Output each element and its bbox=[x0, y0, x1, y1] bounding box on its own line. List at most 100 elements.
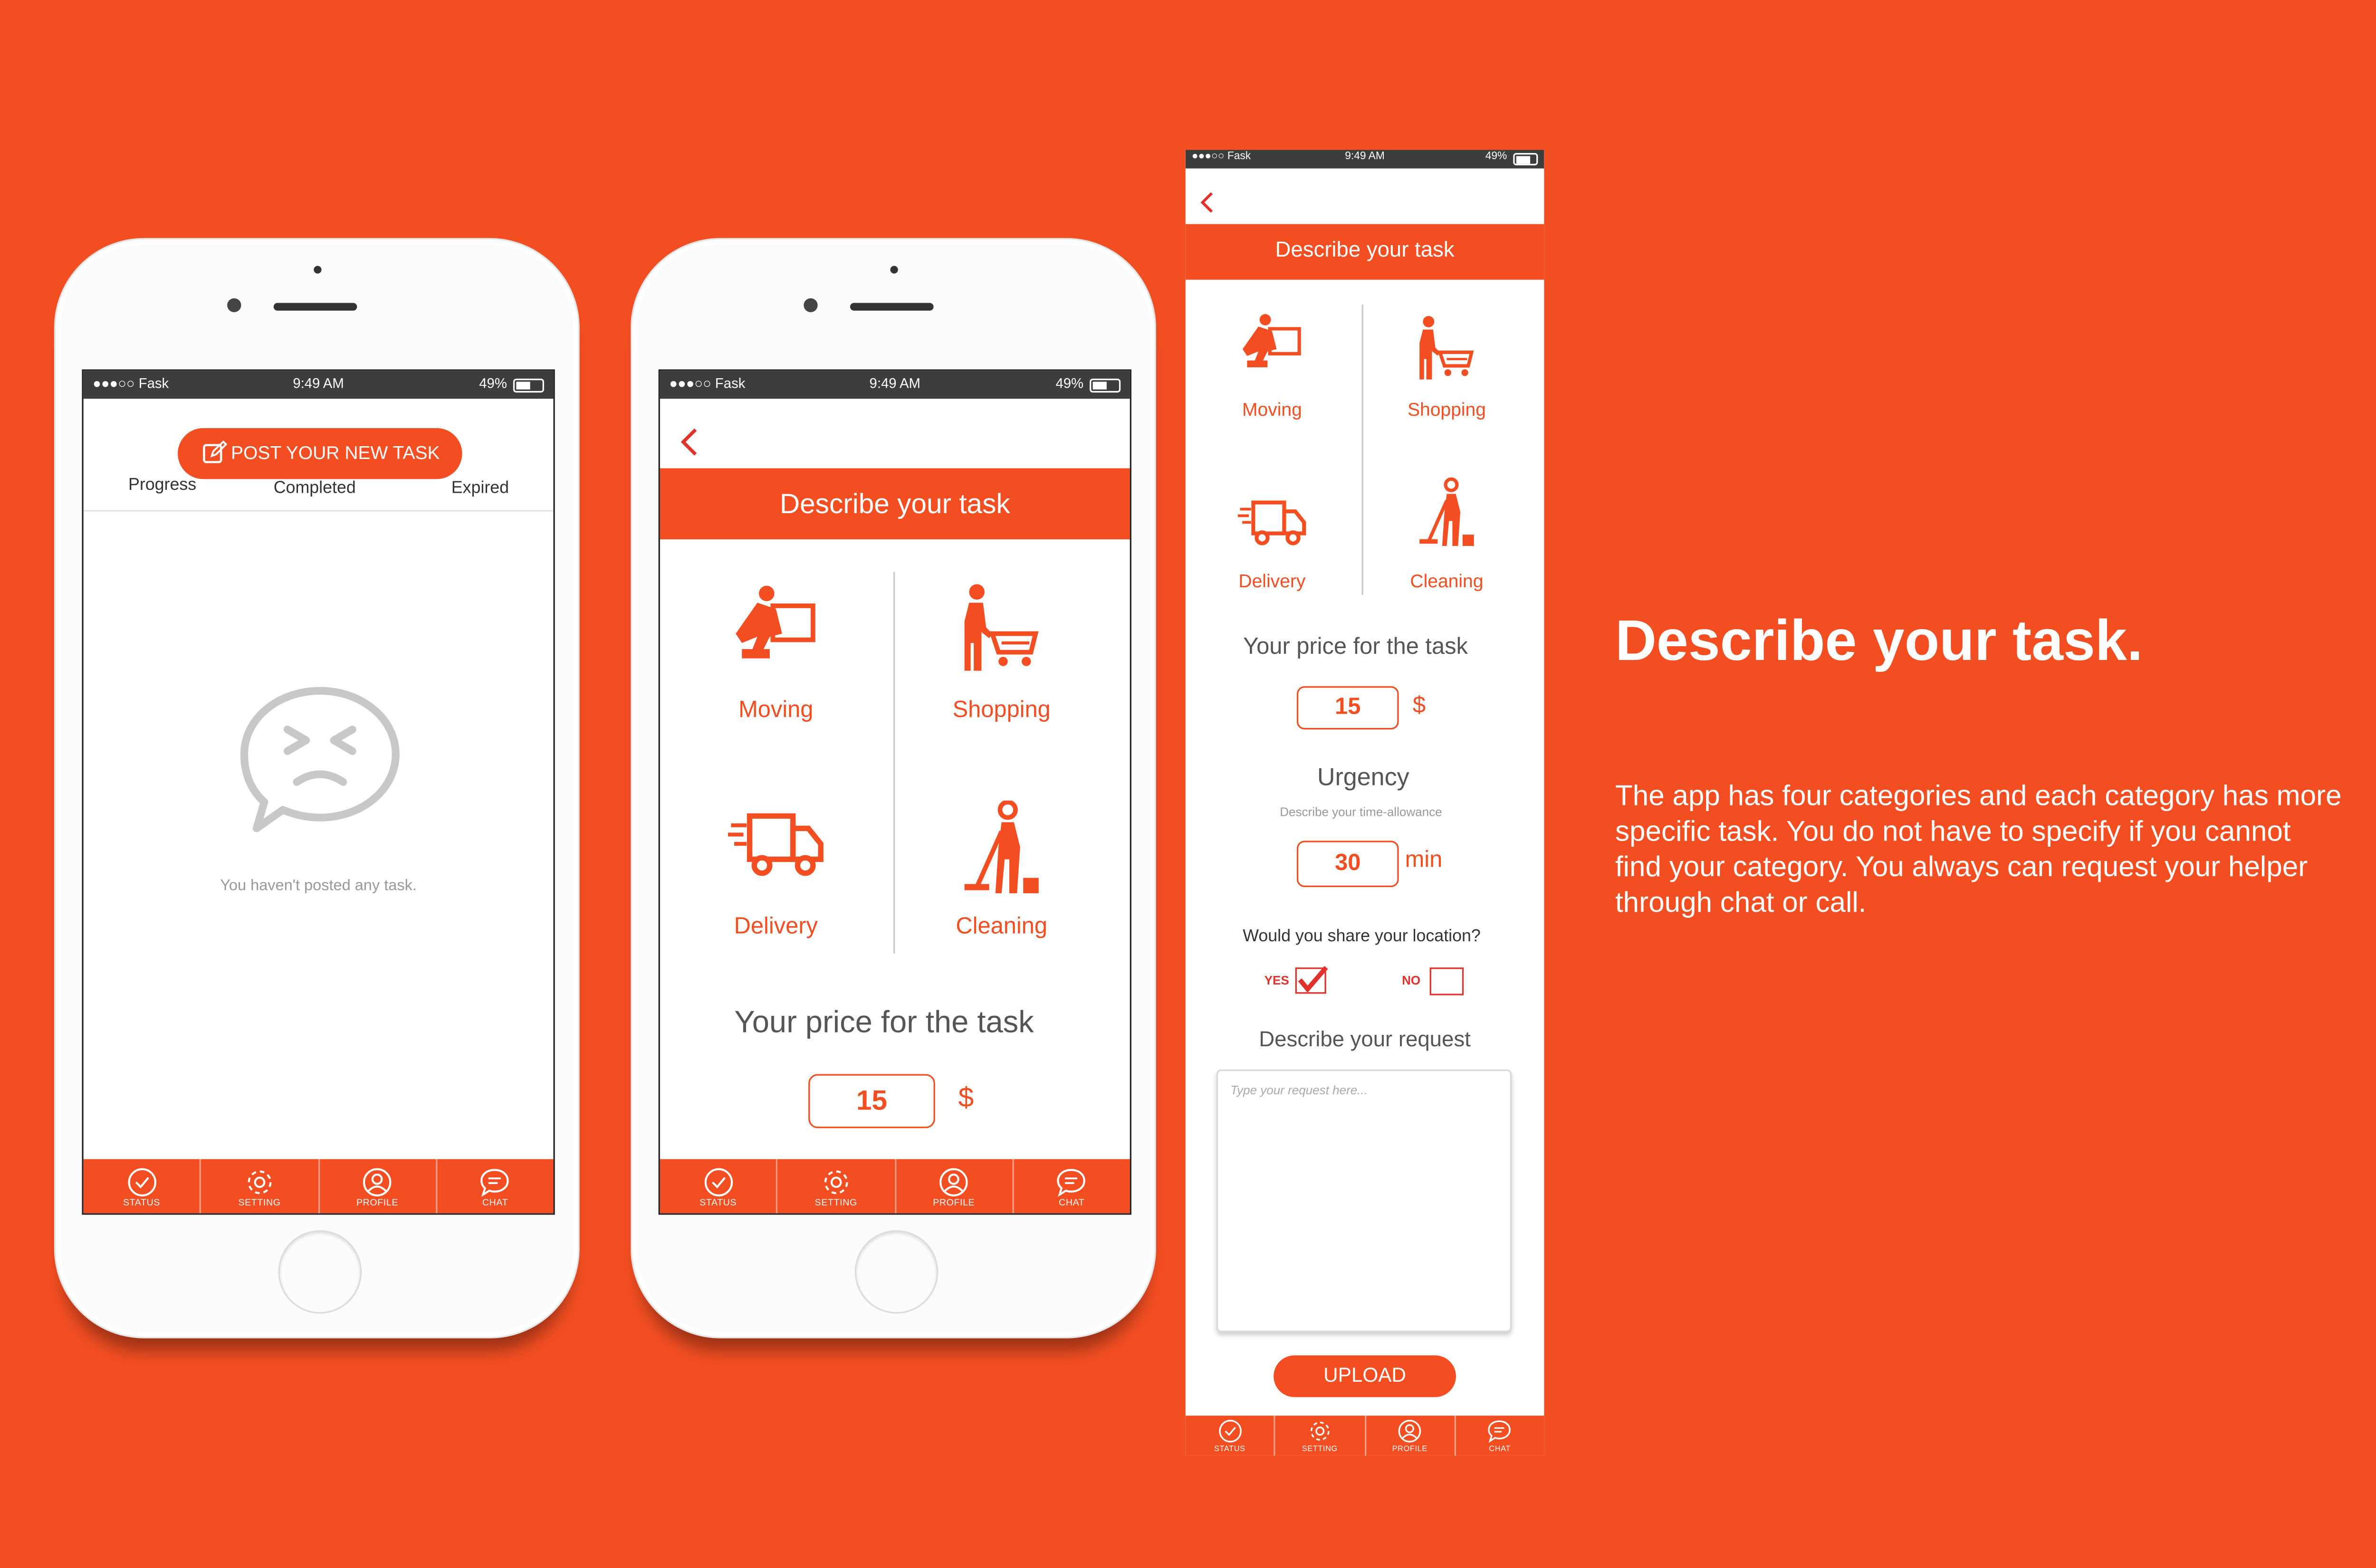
tab-chat-label: CHAT bbox=[1489, 1445, 1511, 1454]
tab-setting-label: SETTING bbox=[1302, 1445, 1338, 1454]
tab-setting[interactable]: SETTING bbox=[200, 1159, 317, 1214]
currency-symbol: $ bbox=[1412, 692, 1426, 719]
upload-button[interactable]: UPLOAD bbox=[1274, 1355, 1456, 1397]
tab-profile[interactable]: PROFILE bbox=[317, 1159, 435, 1214]
upload-label: UPLOAD bbox=[1323, 1363, 1407, 1386]
tab-profile-label: PROFILE bbox=[933, 1199, 975, 1209]
moving-person-icon bbox=[736, 585, 815, 659]
category-label: Shopping bbox=[952, 697, 1051, 724]
tab-status-label: STATUS bbox=[123, 1199, 160, 1209]
tab-chat[interactable]: CHAT bbox=[1454, 1415, 1544, 1456]
category-cleaning[interactable]: Cleaning bbox=[932, 800, 1071, 955]
delivery-truck-icon bbox=[1237, 500, 1306, 545]
category-delivery[interactable]: Delivery bbox=[706, 801, 845, 955]
category-moving[interactable]: Moving bbox=[1218, 311, 1326, 421]
battery-percent: 49% bbox=[1485, 151, 1507, 163]
user-icon bbox=[363, 1168, 392, 1197]
tab-chat[interactable]: CHAT bbox=[435, 1159, 553, 1214]
request-textarea[interactable]: Type your request here... bbox=[1216, 1069, 1512, 1332]
post-task-label: POST YOUR NEW TASK bbox=[231, 442, 440, 464]
urgency-unit: min bbox=[1405, 847, 1443, 873]
urgency-input[interactable]: 30 bbox=[1296, 841, 1399, 887]
battery-percent: 49% bbox=[1055, 375, 1084, 391]
gear-icon bbox=[248, 1170, 271, 1195]
currency-symbol: $ bbox=[958, 1081, 974, 1113]
tab-setting[interactable]: SETTING bbox=[1274, 1415, 1364, 1456]
yes-label: YES bbox=[1264, 974, 1289, 988]
category-shopping[interactable]: Shopping bbox=[932, 581, 1071, 736]
category-label: Moving bbox=[1242, 399, 1302, 421]
tab-profile[interactable]: PROFILE bbox=[894, 1159, 1012, 1214]
tab-progress[interactable]: Progress bbox=[128, 476, 196, 495]
description-paragraph: The app has four categories and each cat… bbox=[1615, 779, 2342, 918]
bottom-tab-bar: STATUS SETTING PROFILE CHAT bbox=[660, 1159, 1130, 1214]
cleaning-person-icon bbox=[1419, 477, 1474, 546]
phone-camera bbox=[804, 298, 818, 313]
yes-checkbox[interactable] bbox=[1295, 966, 1328, 994]
home-button[interactable] bbox=[278, 1230, 362, 1314]
phone-mockup-1: ●●●○○ Fask 9:49 AM 49% POST YOUR NEW TAS… bbox=[54, 238, 580, 1339]
category-label: Delivery bbox=[1238, 570, 1306, 592]
check-circle-icon bbox=[1218, 1420, 1241, 1443]
phone-camera bbox=[227, 298, 241, 313]
tab-profile-label: PROFILE bbox=[356, 1199, 399, 1209]
tab-profile[interactable]: PROFILE bbox=[1364, 1415, 1454, 1456]
back-chevron-icon[interactable] bbox=[1199, 191, 1215, 213]
empty-state-message: You haven't posted any task. bbox=[220, 878, 417, 895]
battery-icon bbox=[1090, 378, 1121, 393]
check-circle-icon bbox=[704, 1168, 733, 1197]
no-checkbox[interactable] bbox=[1429, 967, 1464, 995]
phone-mockup-2: ●●●○○ Fask 9:49 AM 49% Describe your tas… bbox=[631, 238, 1156, 1339]
gear-icon bbox=[1310, 1422, 1330, 1441]
headline: Describe your task. bbox=[1615, 609, 2143, 672]
phone-speaker bbox=[850, 303, 934, 311]
screen-describe-task-full: ●●●○○ Fask 9:49 AM 49% Describe your tas… bbox=[1185, 150, 1544, 1456]
category-divider bbox=[893, 572, 895, 954]
back-chevron-icon[interactable] bbox=[679, 427, 700, 458]
user-icon bbox=[939, 1168, 968, 1197]
screen-describe-task: ●●●○○ Fask 9:49 AM 49% Describe your tas… bbox=[658, 369, 1131, 1215]
home-button[interactable] bbox=[854, 1230, 939, 1314]
moving-person-icon bbox=[1242, 314, 1301, 368]
price-input[interactable]: 15 bbox=[1296, 686, 1399, 730]
sad-chat-icon bbox=[240, 687, 400, 832]
category-divider bbox=[1361, 304, 1363, 595]
tab-expired[interactable]: Expired bbox=[451, 479, 509, 497]
tab-setting[interactable]: SETTING bbox=[776, 1159, 894, 1214]
tab-chat[interactable]: CHAT bbox=[1012, 1159, 1130, 1214]
category-cleaning[interactable]: Cleaning bbox=[1393, 473, 1501, 592]
chat-bubble-icon bbox=[1488, 1420, 1512, 1443]
bottom-tab-bar: STATUS SETTING PROFILE CHAT bbox=[83, 1159, 554, 1214]
no-label: NO bbox=[1402, 974, 1421, 988]
price-input[interactable]: 15 bbox=[808, 1074, 935, 1128]
tab-status-label: STATUS bbox=[699, 1199, 737, 1209]
category-label: Shopping bbox=[1407, 399, 1486, 421]
tab-status[interactable]: STATUS bbox=[660, 1159, 776, 1213]
status-bar: ●●●○○ Fask 9:49 AM 49% bbox=[1185, 150, 1544, 169]
page-title: Describe your task bbox=[779, 488, 1010, 519]
chat-bubble-icon bbox=[1057, 1169, 1086, 1197]
category-delivery[interactable]: Delivery bbox=[1218, 491, 1326, 592]
tab-status-label: STATUS bbox=[1214, 1445, 1245, 1454]
status-bar: ●●●○○ Fask 9:49 AM 49% bbox=[660, 371, 1130, 399]
tab-completed[interactable]: Completed bbox=[274, 479, 356, 497]
post-task-button[interactable]: POST YOUR NEW TASK bbox=[178, 428, 462, 479]
delivery-truck-icon bbox=[728, 813, 824, 876]
category-moving[interactable]: Moving bbox=[706, 581, 845, 736]
tab-status[interactable]: STATUS bbox=[1186, 1415, 1274, 1456]
presentation-canvas: ●●●○○ Fask 9:49 AM 49% POST YOUR NEW TAS… bbox=[0, 0, 2376, 1568]
tab-setting-label: SETTING bbox=[814, 1199, 857, 1209]
tab-status[interactable]: STATUS bbox=[84, 1159, 200, 1213]
category-label: Delivery bbox=[734, 913, 818, 940]
tab-profile-label: PROFILE bbox=[1392, 1445, 1428, 1454]
category-label: Moving bbox=[738, 697, 814, 724]
cleaning-person-icon bbox=[964, 800, 1039, 894]
location-question: Would you share your location? bbox=[1243, 927, 1481, 946]
category-shopping[interactable]: Shopping bbox=[1393, 311, 1501, 421]
phone-sensor bbox=[890, 266, 898, 274]
category-label: Cleaning bbox=[956, 913, 1047, 940]
checkmark-icon bbox=[1298, 966, 1328, 993]
screen-task-status: ●●●○○ Fask 9:49 AM 49% POST YOUR NEW TAS… bbox=[82, 369, 555, 1215]
task-filter-tabs: Progress Completed Expired bbox=[83, 476, 554, 512]
tab-setting-label: SETTING bbox=[238, 1199, 281, 1209]
